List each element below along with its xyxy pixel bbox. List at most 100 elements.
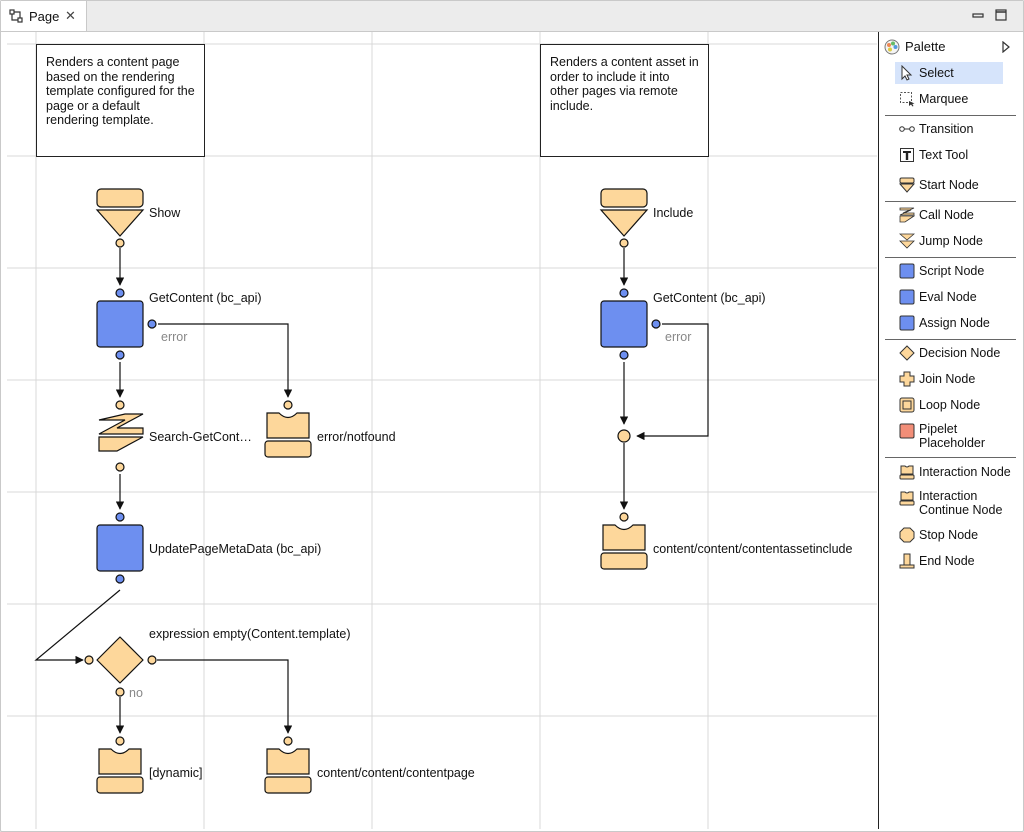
eval-node-icon	[899, 289, 915, 305]
node-label-show: Show	[149, 206, 181, 220]
palette-item-end-node[interactable]: End Node	[895, 550, 1003, 572]
node-label-dynamic: [dynamic]	[149, 766, 203, 780]
chevron-right-icon[interactable]	[1001, 41, 1011, 53]
connector-label-no: no	[129, 686, 143, 700]
start-node-show[interactable]	[95, 188, 145, 248]
node-label-contentassetinclude: content/content/contentassetinclude	[653, 542, 853, 556]
call-node-icon	[899, 207, 915, 223]
palette-panel: Palette Select Marquee Transition Text T…	[878, 32, 1023, 829]
interaction-node-contentpage[interactable]	[264, 736, 312, 794]
minimize-icon[interactable]	[971, 8, 985, 22]
node-label-decision: expression empty(Content.template)	[149, 627, 351, 641]
loop-node-icon	[899, 397, 915, 413]
start-node-include[interactable]	[599, 188, 649, 248]
palette-item-interaction-continue-node[interactable]: Interaction Continue Node	[895, 487, 1003, 519]
interaction-continue-node-icon	[899, 491, 915, 506]
palette-item-label: Interaction	[919, 489, 978, 503]
palette-item-stop-node[interactable]: Stop Node	[895, 524, 1003, 546]
node-label-getcontent-right: GetContent (bc_api)	[653, 291, 766, 305]
palette-item-eval-node[interactable]: Eval Node	[895, 286, 1003, 308]
palette-item-label: Select	[919, 66, 954, 80]
tab-page[interactable]: Page ✕	[1, 1, 87, 31]
palette-item-label: Jump Node	[919, 234, 983, 248]
interaction-node-error-notfound[interactable]	[264, 400, 312, 458]
palette-separator	[885, 201, 1016, 202]
palette-item-label: Join Node	[919, 372, 976, 386]
palette-item-decision-node[interactable]: Decision Node	[895, 342, 1003, 364]
interaction-node-dynamic[interactable]	[96, 736, 144, 794]
palette-item-label: Text Tool	[919, 148, 969, 162]
palette-item-label: Interaction Node	[919, 465, 1011, 479]
end-node-icon	[899, 553, 915, 569]
start-node-icon	[899, 177, 915, 193]
connector-label-error-right: error	[665, 330, 692, 344]
jump-node-icon	[899, 233, 915, 249]
editor-tab-bar: Page ✕	[1, 1, 1023, 32]
note-right[interactable]: Renders a content asset in order to incl…	[540, 44, 709, 157]
palette-item-loop-node[interactable]: Loop Node	[895, 394, 1003, 416]
palette-item-join-node[interactable]: Join Node	[895, 368, 1003, 390]
palette-icon	[884, 39, 900, 55]
palette-item-label: Marquee	[919, 92, 969, 106]
palette-item-transition[interactable]: Transition	[895, 118, 1003, 140]
decision-node-icon	[899, 345, 915, 361]
node-label-include: Include	[653, 206, 694, 220]
palette-item-label: Continue Node	[919, 503, 1003, 517]
script-node-getcontent-right[interactable]	[600, 288, 661, 360]
palette-item-text-tool[interactable]: Text Tool	[895, 144, 1003, 166]
tab-title: Page	[29, 9, 60, 24]
palette-item-select[interactable]: Select	[895, 62, 1003, 84]
palette-item-label: End Node	[919, 554, 975, 568]
interaction-node-contentassetinclude[interactable]	[600, 512, 648, 570]
node-label-getcontent: GetContent (bc_api)	[149, 291, 262, 305]
pipeline-editor-window: Page ✕ Renders a content page based on t…	[0, 0, 1024, 832]
join-node[interactable]	[617, 429, 631, 443]
palette-item-label: Stop Node	[919, 528, 979, 542]
palette-item-label: Start Node	[919, 178, 979, 192]
node-label-error-notfound: error/notfound	[317, 430, 396, 444]
close-icon[interactable]: ✕	[65, 8, 76, 24]
pipeline-canvas[interactable]: Renders a content page based on the rend…	[7, 32, 877, 829]
palette-item-label: Pipelet	[919, 422, 958, 436]
palette-item-label: Eval Node	[919, 290, 977, 304]
transition-yes[interactable]	[157, 659, 293, 734]
maximize-icon[interactable]	[994, 8, 1008, 22]
transition-icon	[899, 126, 915, 132]
arrow-cursor-icon	[901, 65, 913, 81]
script-node-updatepagemetadata[interactable]	[96, 512, 144, 584]
palette-item-pipelet-placeholder[interactable]: Pipelet Placeholder	[895, 420, 1003, 452]
palette-item-marquee[interactable]: Marquee	[895, 88, 1003, 110]
palette-item-label: Assign Node	[919, 316, 990, 330]
pipeline-icon	[9, 9, 23, 23]
join-node-icon	[899, 371, 915, 387]
palette-item-script-node[interactable]: Script Node	[895, 260, 1003, 282]
call-node-search-getcontent[interactable]	[98, 400, 144, 472]
palette-item-label: Call Node	[919, 208, 974, 222]
note-left[interactable]: Renders a content page based on the rend…	[36, 44, 205, 157]
palette-item-start-node[interactable]: Start Node	[895, 174, 1003, 196]
assign-node-icon	[899, 315, 915, 331]
palette-item-label: Decision Node	[919, 346, 1001, 360]
decision-node[interactable]	[84, 636, 157, 697]
palette-separator	[885, 339, 1016, 340]
palette-item-call-node[interactable]: Call Node	[895, 204, 1003, 226]
script-node-icon	[899, 263, 915, 279]
palette-item-label: Loop Node	[919, 398, 981, 412]
palette-separator	[885, 257, 1016, 258]
stop-node-icon	[899, 527, 915, 543]
palette-title: Palette	[905, 39, 946, 54]
palette-item-interaction-node[interactable]: Interaction Node	[895, 461, 1011, 483]
node-label-search-getcontent: Search-GetCont…	[149, 430, 252, 444]
palette-header[interactable]: Palette	[879, 36, 1022, 58]
palette-item-jump-node[interactable]: Jump Node	[895, 230, 1003, 252]
palette-item-assign-node[interactable]: Assign Node	[895, 312, 1003, 334]
palette-separator	[885, 457, 1016, 458]
node-label-contentpage: content/content/contentpage	[317, 766, 475, 780]
palette-item-label: Placeholder	[919, 436, 986, 450]
palette-separator	[885, 115, 1016, 116]
script-node-getcontent[interactable]	[96, 288, 157, 360]
marquee-icon	[900, 92, 915, 107]
palette-item-label: Transition	[919, 122, 974, 136]
pipelet-placeholder-icon	[899, 423, 915, 439]
palette-item-label: Script Node	[919, 264, 985, 278]
